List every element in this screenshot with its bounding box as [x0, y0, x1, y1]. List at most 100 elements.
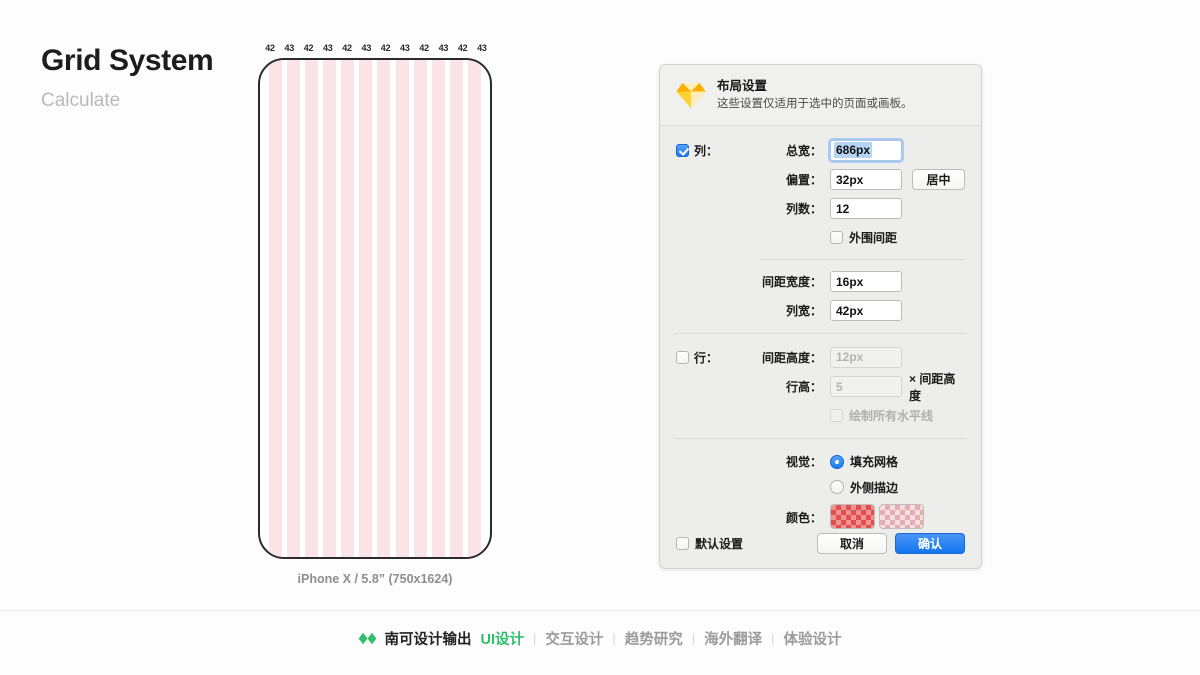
row-height-value: 5	[836, 379, 843, 394]
fill-grid-radio[interactable]	[830, 454, 844, 469]
column-width-label: 42	[380, 43, 391, 53]
gutter-height-label: 间距高度：	[761, 350, 822, 365]
rows-section: 行： 间距高度： 12px 行高： 5 × 间距高度 绘制所有水平线	[660, 342, 981, 430]
column-width-labels: 42 43 42 43 42 43 42 43 42 43 42 43	[259, 43, 493, 53]
row-height-label: 行高：	[785, 380, 822, 395]
footer-link[interactable]: 体验设计	[784, 628, 842, 649]
footer-separator-pipe: |	[532, 631, 537, 646]
grid-overlay	[260, 60, 490, 557]
total-width-row: 列： 总宽： 686px	[676, 135, 965, 165]
swatch-light[interactable]	[879, 504, 924, 530]
grid-column	[467, 60, 481, 557]
grid-column	[287, 60, 301, 557]
divider-columns-gutter	[760, 259, 965, 261]
columns-checkbox[interactable]	[676, 143, 689, 157]
footer-link[interactable]: 交互设计	[545, 628, 603, 649]
columns-toggle[interactable]: 列：	[676, 142, 758, 159]
column-width-label: 42	[342, 43, 352, 53]
column-width-value: 42px	[836, 303, 864, 318]
footer-separator-pipe: |	[771, 631, 775, 646]
gutter-height-input[interactable]: 12px	[830, 346, 902, 368]
gutter-height-row: 行： 间距高度： 12px	[676, 342, 965, 372]
offset-row: 偏置： 32px 居中	[676, 165, 965, 194]
grid-column	[305, 60, 319, 557]
footer-separator-pipe: |	[612, 631, 616, 646]
dialog-title: 布局设置	[717, 79, 768, 93]
layout-settings-dialog[interactable]: 布局设置 这些设置仅适用于选中的页面或画板。 列： 总宽： 686px 偏置：	[659, 64, 982, 569]
row-height-suffix: × 间距高度	[909, 371, 956, 403]
grid-column	[341, 60, 355, 557]
rows-label: 行：	[694, 350, 719, 365]
column-width-input[interactable]: 42px	[830, 300, 902, 322]
outer-gutter-label: 外围间距	[849, 231, 898, 246]
site-footer: 南可设计输出 UI设计 | 交互设计 | 趋势研究 | 海外翻译 | 体验设计	[0, 628, 1200, 649]
rows-toggle[interactable]: 行：	[676, 349, 758, 366]
footer-link[interactable]: UI设计	[480, 628, 524, 649]
gutter-height-value: 12px	[836, 350, 864, 365]
total-width-label: 总宽：	[785, 143, 822, 158]
grid-column	[359, 60, 373, 557]
visual-fill-row: 视觉： 填充网格	[676, 447, 965, 476]
rows-checkbox[interactable]	[676, 350, 689, 364]
center-button[interactable]: 居中	[912, 169, 965, 191]
swatch-dark[interactable]	[830, 504, 875, 530]
confirm-button[interactable]: 确认	[895, 533, 965, 554]
grid-column	[377, 60, 391, 557]
total-width-input[interactable]: 686px	[830, 139, 902, 161]
gutter-section: 间距宽度： 16px 列宽： 42px	[660, 267, 981, 325]
column-width-label: 43	[477, 43, 487, 53]
default-settings-label: 默认设置	[695, 537, 744, 551]
draw-all-lines-row: 绘制所有水平线	[676, 401, 965, 430]
row-height-input[interactable]: 5	[830, 376, 902, 398]
gutter-width-value: 16px	[836, 274, 864, 289]
cancel-button[interactable]: 取消	[817, 533, 887, 554]
divider-rows-visual	[674, 438, 967, 440]
page-title: Grid System	[41, 44, 214, 77]
columns-section: 列： 总宽： 686px 偏置： 32px 居中 列数： 12 外围间距	[660, 126, 981, 252]
slide-canvas: Grid System Calculate 42 43 42 43 42 43 42 43 42…	[0, 0, 1200, 675]
double-diamond-icon	[359, 632, 377, 645]
phone-frame	[258, 58, 492, 559]
column-count-row: 列数： 12	[676, 194, 965, 223]
columns-label: 列：	[694, 143, 719, 158]
offset-input[interactable]: 32px	[830, 169, 902, 191]
offset-value: 32px	[836, 172, 864, 187]
divider-columns-rows	[674, 333, 967, 335]
outer-gutter-row: 外围间距	[676, 223, 965, 252]
grid-column	[269, 60, 282, 557]
column-width-label: 42	[303, 43, 314, 53]
footer-separator-pipe: |	[691, 631, 696, 646]
grid-column	[431, 60, 445, 557]
column-width-label: 列宽：	[785, 304, 822, 319]
column-width-row: 列宽： 42px	[676, 296, 965, 325]
outer-stroke-radio[interactable]	[830, 480, 844, 495]
footer-link[interactable]: 海外翻译	[704, 628, 762, 649]
phone-mockup: 42 43 42 43 42 43 42 43 42 43 42 43 iPhone X / 5.8”…	[258, 43, 494, 586]
column-width-label: 43	[400, 43, 410, 53]
visual-section: 视觉： 填充网格 外侧描边 颜色： 暗	[660, 447, 981, 547]
offset-label: 偏置：	[785, 173, 822, 188]
column-width-label: 42	[457, 43, 468, 53]
column-width-label: 42	[265, 43, 275, 53]
grid-column	[323, 60, 337, 557]
column-count-label: 列数：	[785, 202, 822, 217]
default-settings-checkbox[interactable]	[676, 537, 689, 550]
brand-label: 南可设计输出	[384, 632, 472, 648]
visual-stroke-row: 外侧描边	[676, 476, 965, 498]
column-width-label: 43	[322, 43, 333, 53]
footer-link[interactable]: 趋势研究	[625, 628, 683, 649]
gutter-width-row: 间距宽度： 16px	[676, 267, 965, 296]
column-width-label: 43	[438, 43, 449, 53]
dialog-description: 这些设置仅适用于选中的页面或画板。	[717, 97, 913, 110]
outer-stroke-label: 外侧描边	[850, 480, 899, 495]
grid-column	[413, 60, 427, 557]
grid-column	[395, 60, 409, 557]
draw-all-lines-checkbox[interactable]	[830, 409, 843, 423]
brand: 南可设计输出	[358, 628, 471, 649]
sketch-diamond-icon	[676, 82, 706, 108]
column-count-input[interactable]: 12	[830, 198, 902, 220]
outer-gutter-checkbox[interactable]	[830, 231, 843, 245]
gutter-width-input[interactable]: 16px	[830, 271, 902, 293]
row-height-row: 行高： 5 × 间距高度	[676, 371, 965, 403]
dialog-header: 布局设置 这些设置仅适用于选中的页面或画板。	[660, 65, 981, 127]
